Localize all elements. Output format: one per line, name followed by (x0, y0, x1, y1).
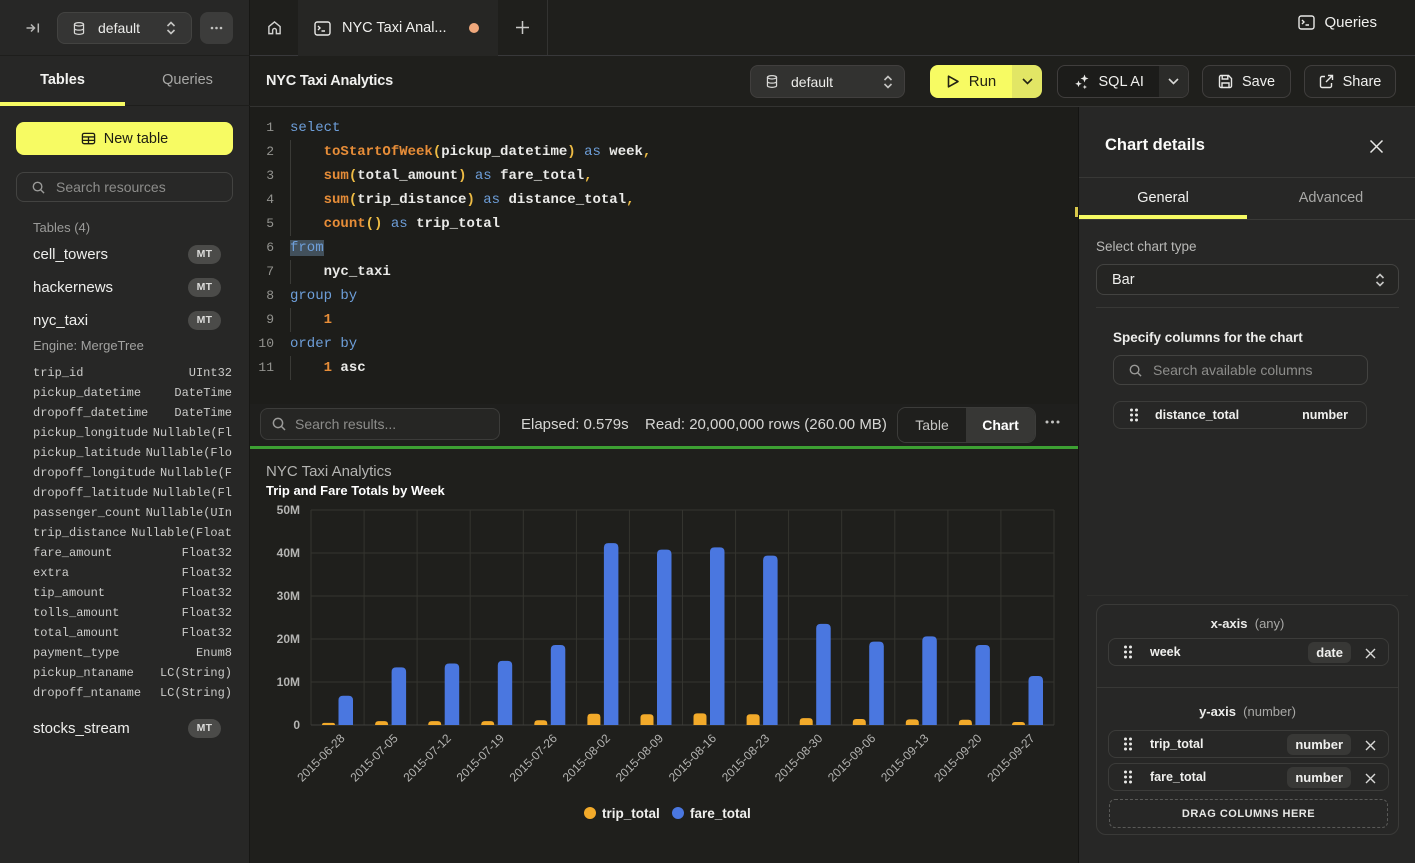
svg-text:2015-08-02: 2015-08-02 (560, 731, 614, 785)
svg-text:2015-08-30: 2015-08-30 (772, 731, 826, 785)
svg-text:2015-09-13: 2015-09-13 (878, 731, 932, 785)
svg-text:2015-06-28: 2015-06-28 (294, 731, 348, 785)
svg-text:0: 0 (293, 718, 300, 732)
svg-text:2015-09-20: 2015-09-20 (931, 731, 985, 785)
svg-text:trip_total: trip_total (602, 806, 660, 821)
svg-text:2015-07-05: 2015-07-05 (347, 731, 401, 785)
svg-text:2015-08-09: 2015-08-09 (613, 731, 667, 785)
svg-text:2015-09-27: 2015-09-27 (984, 731, 1038, 785)
svg-text:50M: 50M (277, 503, 300, 517)
svg-text:2015-07-12: 2015-07-12 (401, 731, 455, 785)
svg-text:2015-09-06: 2015-09-06 (825, 731, 879, 785)
svg-text:2015-07-26: 2015-07-26 (507, 731, 561, 785)
svg-text:fare_total: fare_total (690, 806, 751, 821)
svg-text:30M: 30M (277, 589, 300, 603)
svg-text:40M: 40M (277, 546, 300, 560)
svg-text:2015-08-16: 2015-08-16 (666, 731, 720, 785)
svg-text:10M: 10M (277, 675, 300, 689)
svg-text:2015-07-19: 2015-07-19 (454, 731, 508, 785)
svg-text:20M: 20M (277, 632, 300, 646)
svg-text:2015-08-23: 2015-08-23 (719, 731, 773, 785)
